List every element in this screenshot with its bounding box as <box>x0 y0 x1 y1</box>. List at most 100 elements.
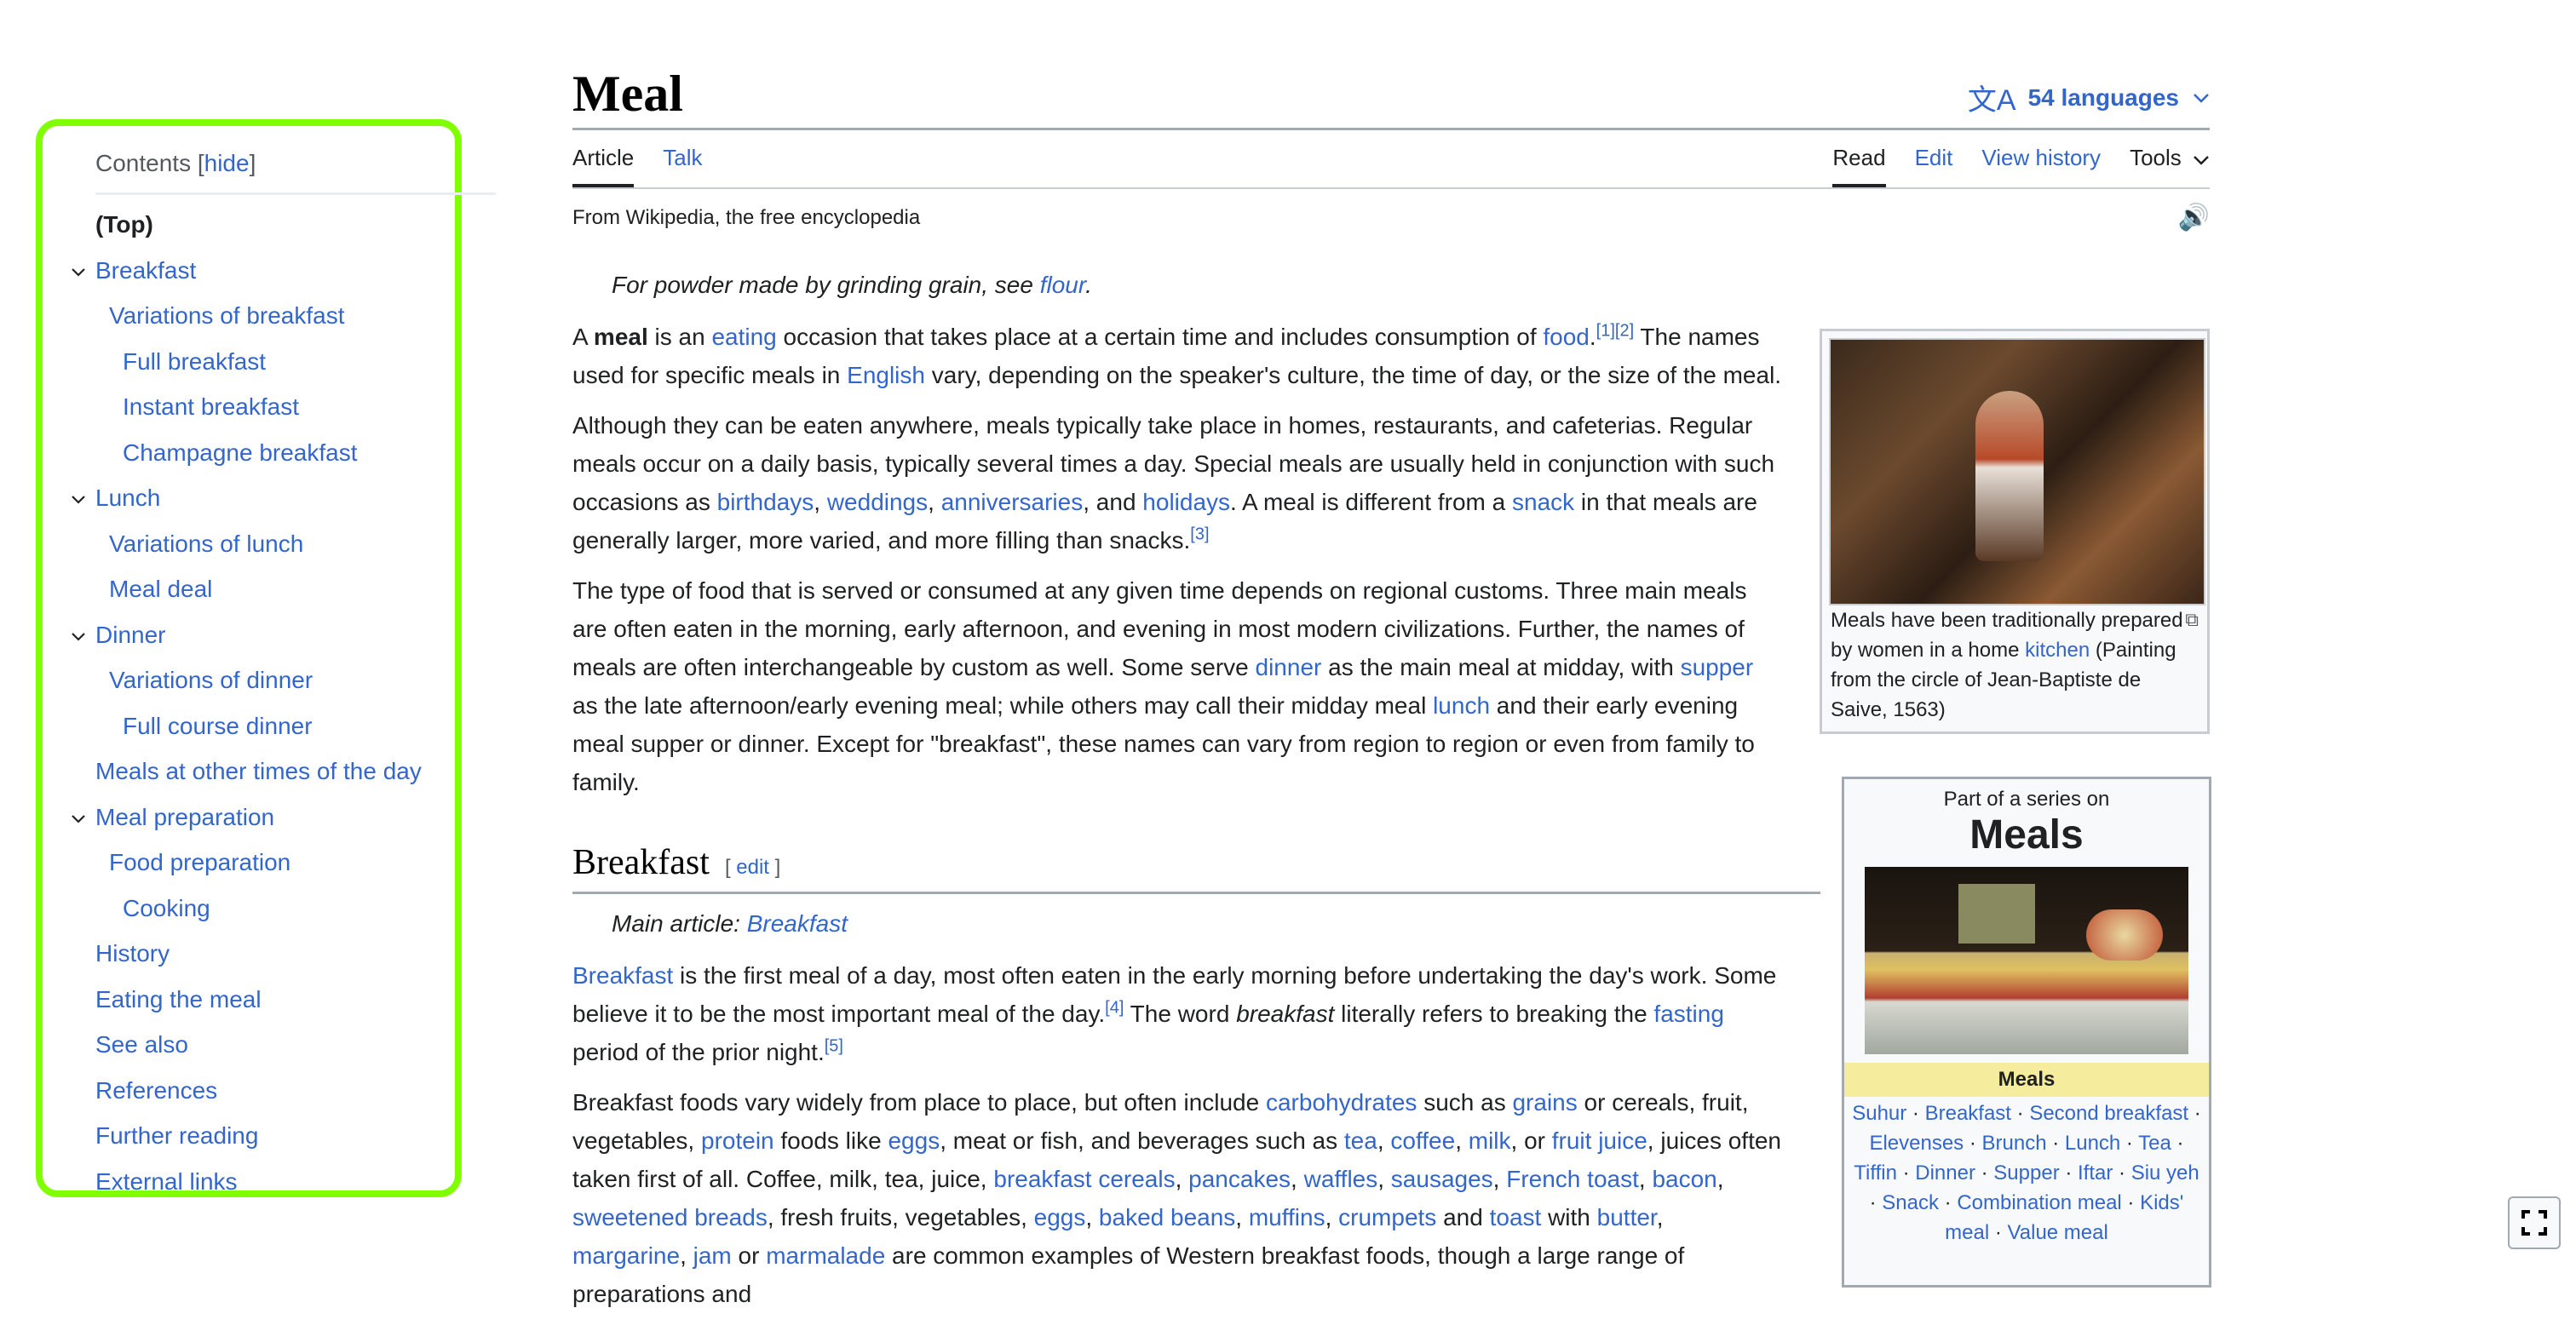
toc-item[interactable]: References <box>95 1077 217 1104</box>
infobox-link[interactable]: Lunch <box>2065 1132 2120 1155</box>
inline-link[interactable]: butter <box>1597 1204 1657 1230</box>
infobox-link[interactable]: Value meal <box>2008 1221 2108 1244</box>
link-breakfast[interactable]: Breakfast <box>572 962 673 989</box>
speaker-icon[interactable]: 🔊 <box>2178 203 2210 232</box>
link-fasting[interactable]: fasting <box>1653 1001 1724 1027</box>
tab-article[interactable]: Article <box>572 145 635 188</box>
tab-read[interactable]: Read <box>1832 145 1886 188</box>
infobox-link[interactable]: Elevenses <box>1869 1132 1964 1155</box>
infobox-link[interactable]: Combination meal <box>1957 1191 2121 1214</box>
inline-link[interactable]: eggs <box>888 1127 940 1154</box>
toc-item[interactable]: Food preparation <box>109 849 290 876</box>
link-weddings[interactable]: weddings <box>827 489 928 515</box>
inline-link[interactable]: milk <box>1469 1127 1511 1154</box>
toc-item[interactable]: Cooking <box>123 895 210 922</box>
chevron-down-icon[interactable] <box>70 264 87 281</box>
still-life-image[interactable] <box>1865 867 2188 1054</box>
toc-item[interactable]: Lunch <box>72 485 160 512</box>
link-flour[interactable]: flour <box>1040 272 1085 298</box>
link-snack[interactable]: snack <box>1512 489 1574 515</box>
chevron-down-icon[interactable] <box>70 811 87 828</box>
tab-talk[interactable]: Talk <box>663 145 702 186</box>
reference-5[interactable]: [5] <box>825 1037 843 1056</box>
toc-item[interactable]: External links <box>95 1168 238 1196</box>
inline-link[interactable]: pancakes <box>1188 1166 1291 1192</box>
reference-2[interactable]: [2] <box>1615 322 1634 341</box>
toc-item[interactable]: Eating the meal <box>95 986 262 1013</box>
toc-item[interactable]: Instant breakfast <box>123 393 299 421</box>
toc-item[interactable]: Meal preparation <box>72 804 274 831</box>
inline-link[interactable]: margarine <box>572 1242 680 1269</box>
infobox-link[interactable]: Breakfast <box>1925 1102 2011 1125</box>
infobox-link[interactable]: Tiffin <box>1854 1162 1897 1184</box>
toc-item[interactable]: Variations of dinner <box>109 667 313 694</box>
toc-item[interactable]: Meal deal <box>109 576 212 603</box>
inline-link[interactable]: bacon <box>1652 1166 1716 1192</box>
tab-edit[interactable]: Edit <box>1915 145 1953 186</box>
link-eating[interactable]: eating <box>711 324 776 350</box>
reference-3[interactable]: [3] <box>1190 525 1209 544</box>
link-main-breakfast[interactable]: Breakfast <box>747 910 848 937</box>
link-food[interactable]: food <box>1543 324 1590 350</box>
inline-link[interactable]: waffles <box>1304 1166 1378 1192</box>
link-kitchen[interactable]: kitchen <box>2025 639 2090 662</box>
inline-link[interactable]: tea <box>1344 1127 1377 1154</box>
toc-item[interactable]: Meals at other times of the day <box>95 758 422 785</box>
inline-link[interactable]: protein <box>701 1127 774 1154</box>
link-anniversaries[interactable]: anniversaries <box>941 489 1084 515</box>
inline-link[interactable]: toast <box>1490 1204 1542 1230</box>
link-supper[interactable]: supper <box>1681 654 1754 680</box>
inline-link[interactable]: marmalade <box>766 1242 885 1269</box>
link-holidays[interactable]: holidays <box>1142 489 1230 515</box>
inline-link[interactable]: grains <box>1512 1089 1577 1116</box>
toc-item[interactable]: Full breakfast <box>123 348 266 376</box>
toc-item[interactable]: Dinner <box>72 622 165 649</box>
chevron-down-icon[interactable] <box>70 628 87 645</box>
inline-link[interactable]: breakfast cereals <box>993 1166 1175 1192</box>
inline-link[interactable]: jam <box>693 1242 732 1269</box>
infobox-link[interactable]: Siu yeh <box>2131 1162 2199 1184</box>
inline-link[interactable]: fruit juice <box>1552 1127 1647 1154</box>
inline-link[interactable]: baked beans <box>1099 1204 1235 1230</box>
toc-item[interactable]: History <box>95 940 170 967</box>
link-dinner[interactable]: dinner <box>1256 654 1322 680</box>
inline-link[interactable]: muffins <box>1249 1204 1325 1230</box>
toc-item[interactable]: Variations of lunch <box>109 531 303 558</box>
kitchen-painting-image[interactable] <box>1829 338 2205 605</box>
infobox-link[interactable]: Iftar <box>2078 1162 2113 1184</box>
toc-hide-link[interactable]: hide <box>204 150 250 176</box>
infobox-link[interactable]: Dinner <box>1915 1162 1975 1184</box>
separator: · <box>1975 1162 1994 1184</box>
fullscreen-button[interactable] <box>2508 1196 2561 1249</box>
infobox-link[interactable]: Tea <box>2138 1132 2171 1155</box>
infobox-link[interactable]: Snack <box>1882 1191 1939 1214</box>
inline-link[interactable]: eggs <box>1034 1204 1086 1230</box>
link-birthdays[interactable]: birthdays <box>717 489 814 515</box>
inline-link[interactable]: coffee <box>1390 1127 1455 1154</box>
inline-link[interactable]: sweetened breads <box>572 1204 768 1230</box>
toc-item[interactable]: Further reading <box>95 1122 258 1150</box>
inline-link[interactable]: sausages <box>1391 1166 1493 1192</box>
toc-item[interactable]: See also <box>95 1031 188 1058</box>
toc-item[interactable]: Breakfast <box>72 257 196 284</box>
toc-item[interactable]: (Top) <box>95 211 153 238</box>
infobox-link[interactable]: Brunch <box>1982 1132 2047 1155</box>
link-lunch[interactable]: lunch <box>1433 692 1490 719</box>
infobox-link[interactable]: Suhur <box>1852 1102 1906 1125</box>
toc-item[interactable]: Champagne breakfast <box>123 439 358 467</box>
inline-link[interactable]: French toast <box>1506 1166 1639 1192</box>
tab-view-history[interactable]: View history <box>1981 145 2101 186</box>
link-english[interactable]: English <box>847 362 925 388</box>
reference-4[interactable]: [4] <box>1105 999 1124 1018</box>
toc-item[interactable]: Full course dinner <box>123 713 313 740</box>
toc-item[interactable]: Variations of breakfast <box>109 302 345 330</box>
section-edit-link[interactable]: edit <box>736 856 769 879</box>
inline-link[interactable]: carbohydrates <box>1266 1089 1417 1116</box>
infobox-link[interactable]: Second breakfast <box>2029 1102 2188 1125</box>
reference-1[interactable]: [1] <box>1596 322 1615 341</box>
inline-link[interactable]: crumpets <box>1338 1204 1436 1230</box>
languages-button[interactable]: 文A 54 languages <box>1968 77 2210 118</box>
tools-menu[interactable]: Tools <box>2130 145 2210 186</box>
chevron-down-icon[interactable] <box>70 491 87 508</box>
infobox-link[interactable]: Supper <box>1993 1162 2059 1184</box>
